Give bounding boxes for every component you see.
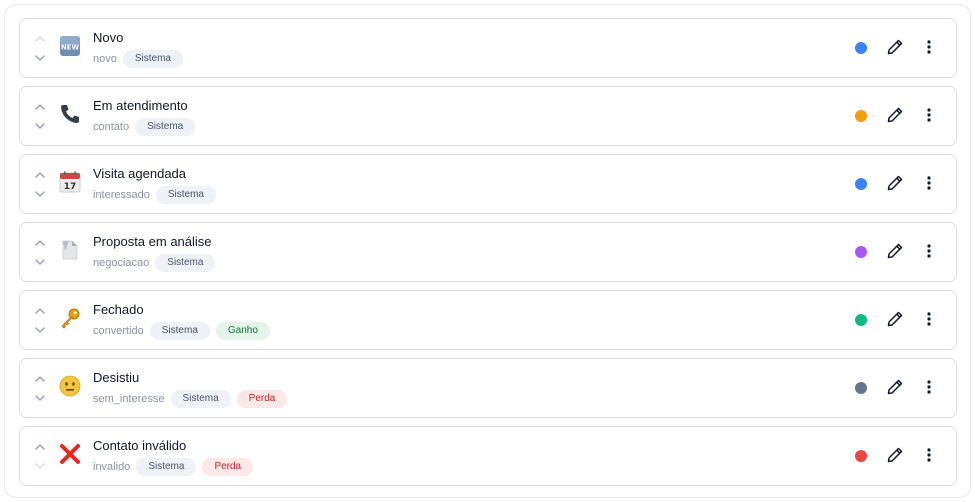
status-color-dot (855, 450, 867, 462)
telephone-icon (58, 102, 82, 126)
new-button-icon: NEW (58, 34, 82, 58)
move-down-icon[interactable] (32, 187, 48, 201)
status-meta: novo Sistema (93, 50, 183, 68)
system-badge: Sistema (149, 322, 210, 340)
loss-badge: Perda (236, 390, 288, 408)
status-row: 17 Visita agendada interessado Sistema (19, 154, 957, 214)
move-down-icon[interactable] (32, 323, 48, 337)
status-title: Desistiu (93, 370, 140, 385)
svg-text:17: 17 (64, 182, 77, 192)
status-title: Novo (93, 30, 124, 45)
more-options-icon[interactable] (920, 106, 938, 124)
status-meta: negociacao Sistema (93, 254, 216, 272)
status-meta: sem_interesse Sistema Perda (93, 390, 288, 408)
status-key: contato (93, 121, 130, 133)
pencil-icon[interactable] (886, 446, 904, 464)
status-meta: convertido Sistema Ganho (93, 322, 270, 340)
status-meta: interessado Sistema (93, 186, 216, 204)
system-badge: Sistema (135, 118, 196, 136)
status-title: Visita agendada (93, 166, 187, 181)
calendar-icon: 17 (58, 170, 82, 194)
reorder-controls (32, 235, 48, 271)
system-badge: Sistema (122, 50, 183, 68)
move-up-icon (32, 32, 48, 46)
status-title: Fechado (93, 302, 144, 317)
status-color-dot (855, 246, 867, 258)
status-row: Em atendimento contato Sistema (19, 86, 957, 146)
status-title: Em atendimento (93, 98, 188, 113)
move-down-icon[interactable] (32, 51, 48, 65)
status-key: sem_interesse (93, 393, 165, 405)
key-icon (58, 306, 82, 330)
system-badge: Sistema (155, 186, 216, 204)
status-color-dot (855, 110, 867, 122)
status-title: Contato inválido (93, 438, 187, 453)
move-up-icon[interactable] (32, 236, 48, 250)
cross-mark-icon (58, 442, 82, 466)
pencil-icon[interactable] (886, 174, 904, 192)
more-options-icon[interactable] (920, 174, 938, 192)
reorder-controls (32, 31, 48, 67)
status-color-dot (855, 42, 867, 54)
neutral-face-icon (58, 374, 82, 398)
reorder-controls (32, 167, 48, 203)
move-down-icon (32, 459, 48, 473)
status-meta: invalido Sistema Perda (93, 458, 254, 476)
status-row: Proposta em análise negociacao Sistema (19, 222, 957, 282)
more-options-icon[interactable] (920, 378, 938, 396)
pencil-icon[interactable] (886, 106, 904, 124)
document-icon (58, 238, 82, 262)
status-row: Fechado convertido Sistema Ganho (19, 290, 957, 350)
move-up-icon[interactable] (32, 304, 48, 318)
status-color-dot (855, 382, 867, 394)
status-key: interessado (93, 189, 150, 201)
svg-text:NEW: NEW (61, 44, 80, 52)
pencil-icon[interactable] (886, 242, 904, 260)
reorder-controls (32, 303, 48, 339)
status-title: Proposta em análise (93, 234, 212, 249)
system-badge: Sistema (170, 390, 231, 408)
pencil-icon[interactable] (886, 378, 904, 396)
move-up-icon[interactable] (32, 168, 48, 182)
more-options-icon[interactable] (920, 38, 938, 56)
reorder-controls (32, 439, 48, 475)
status-row: Contato inválido invalido Sistema Perda (19, 426, 957, 486)
win-badge: Ganho (215, 322, 270, 340)
move-up-icon[interactable] (32, 100, 48, 114)
move-down-icon[interactable] (32, 119, 48, 133)
status-key: negociacao (93, 257, 150, 269)
status-meta: contato Sistema (93, 118, 196, 136)
reorder-controls (32, 371, 48, 407)
more-options-icon[interactable] (920, 446, 938, 464)
more-options-icon[interactable] (920, 310, 938, 328)
more-options-icon[interactable] (920, 242, 938, 260)
status-key: invalido (93, 461, 131, 473)
status-list-panel: NEW Novo novo Sistema Em atendimento contato S… (4, 4, 971, 498)
pencil-icon[interactable] (886, 38, 904, 56)
status-row: NEW Novo novo Sistema (19, 18, 957, 78)
status-key: convertido (93, 325, 144, 337)
move-up-icon[interactable] (32, 440, 48, 454)
status-key: novo (93, 53, 117, 65)
status-row: Desistiu sem_interesse Sistema Perda (19, 358, 957, 418)
loss-badge: Perda (202, 458, 254, 476)
move-up-icon[interactable] (32, 372, 48, 386)
pencil-icon[interactable] (886, 310, 904, 328)
status-color-dot (855, 314, 867, 326)
move-down-icon[interactable] (32, 255, 48, 269)
system-badge: Sistema (136, 458, 197, 476)
system-badge: Sistema (155, 254, 216, 272)
move-down-icon[interactable] (32, 391, 48, 405)
reorder-controls (32, 99, 48, 135)
status-color-dot (855, 178, 867, 190)
